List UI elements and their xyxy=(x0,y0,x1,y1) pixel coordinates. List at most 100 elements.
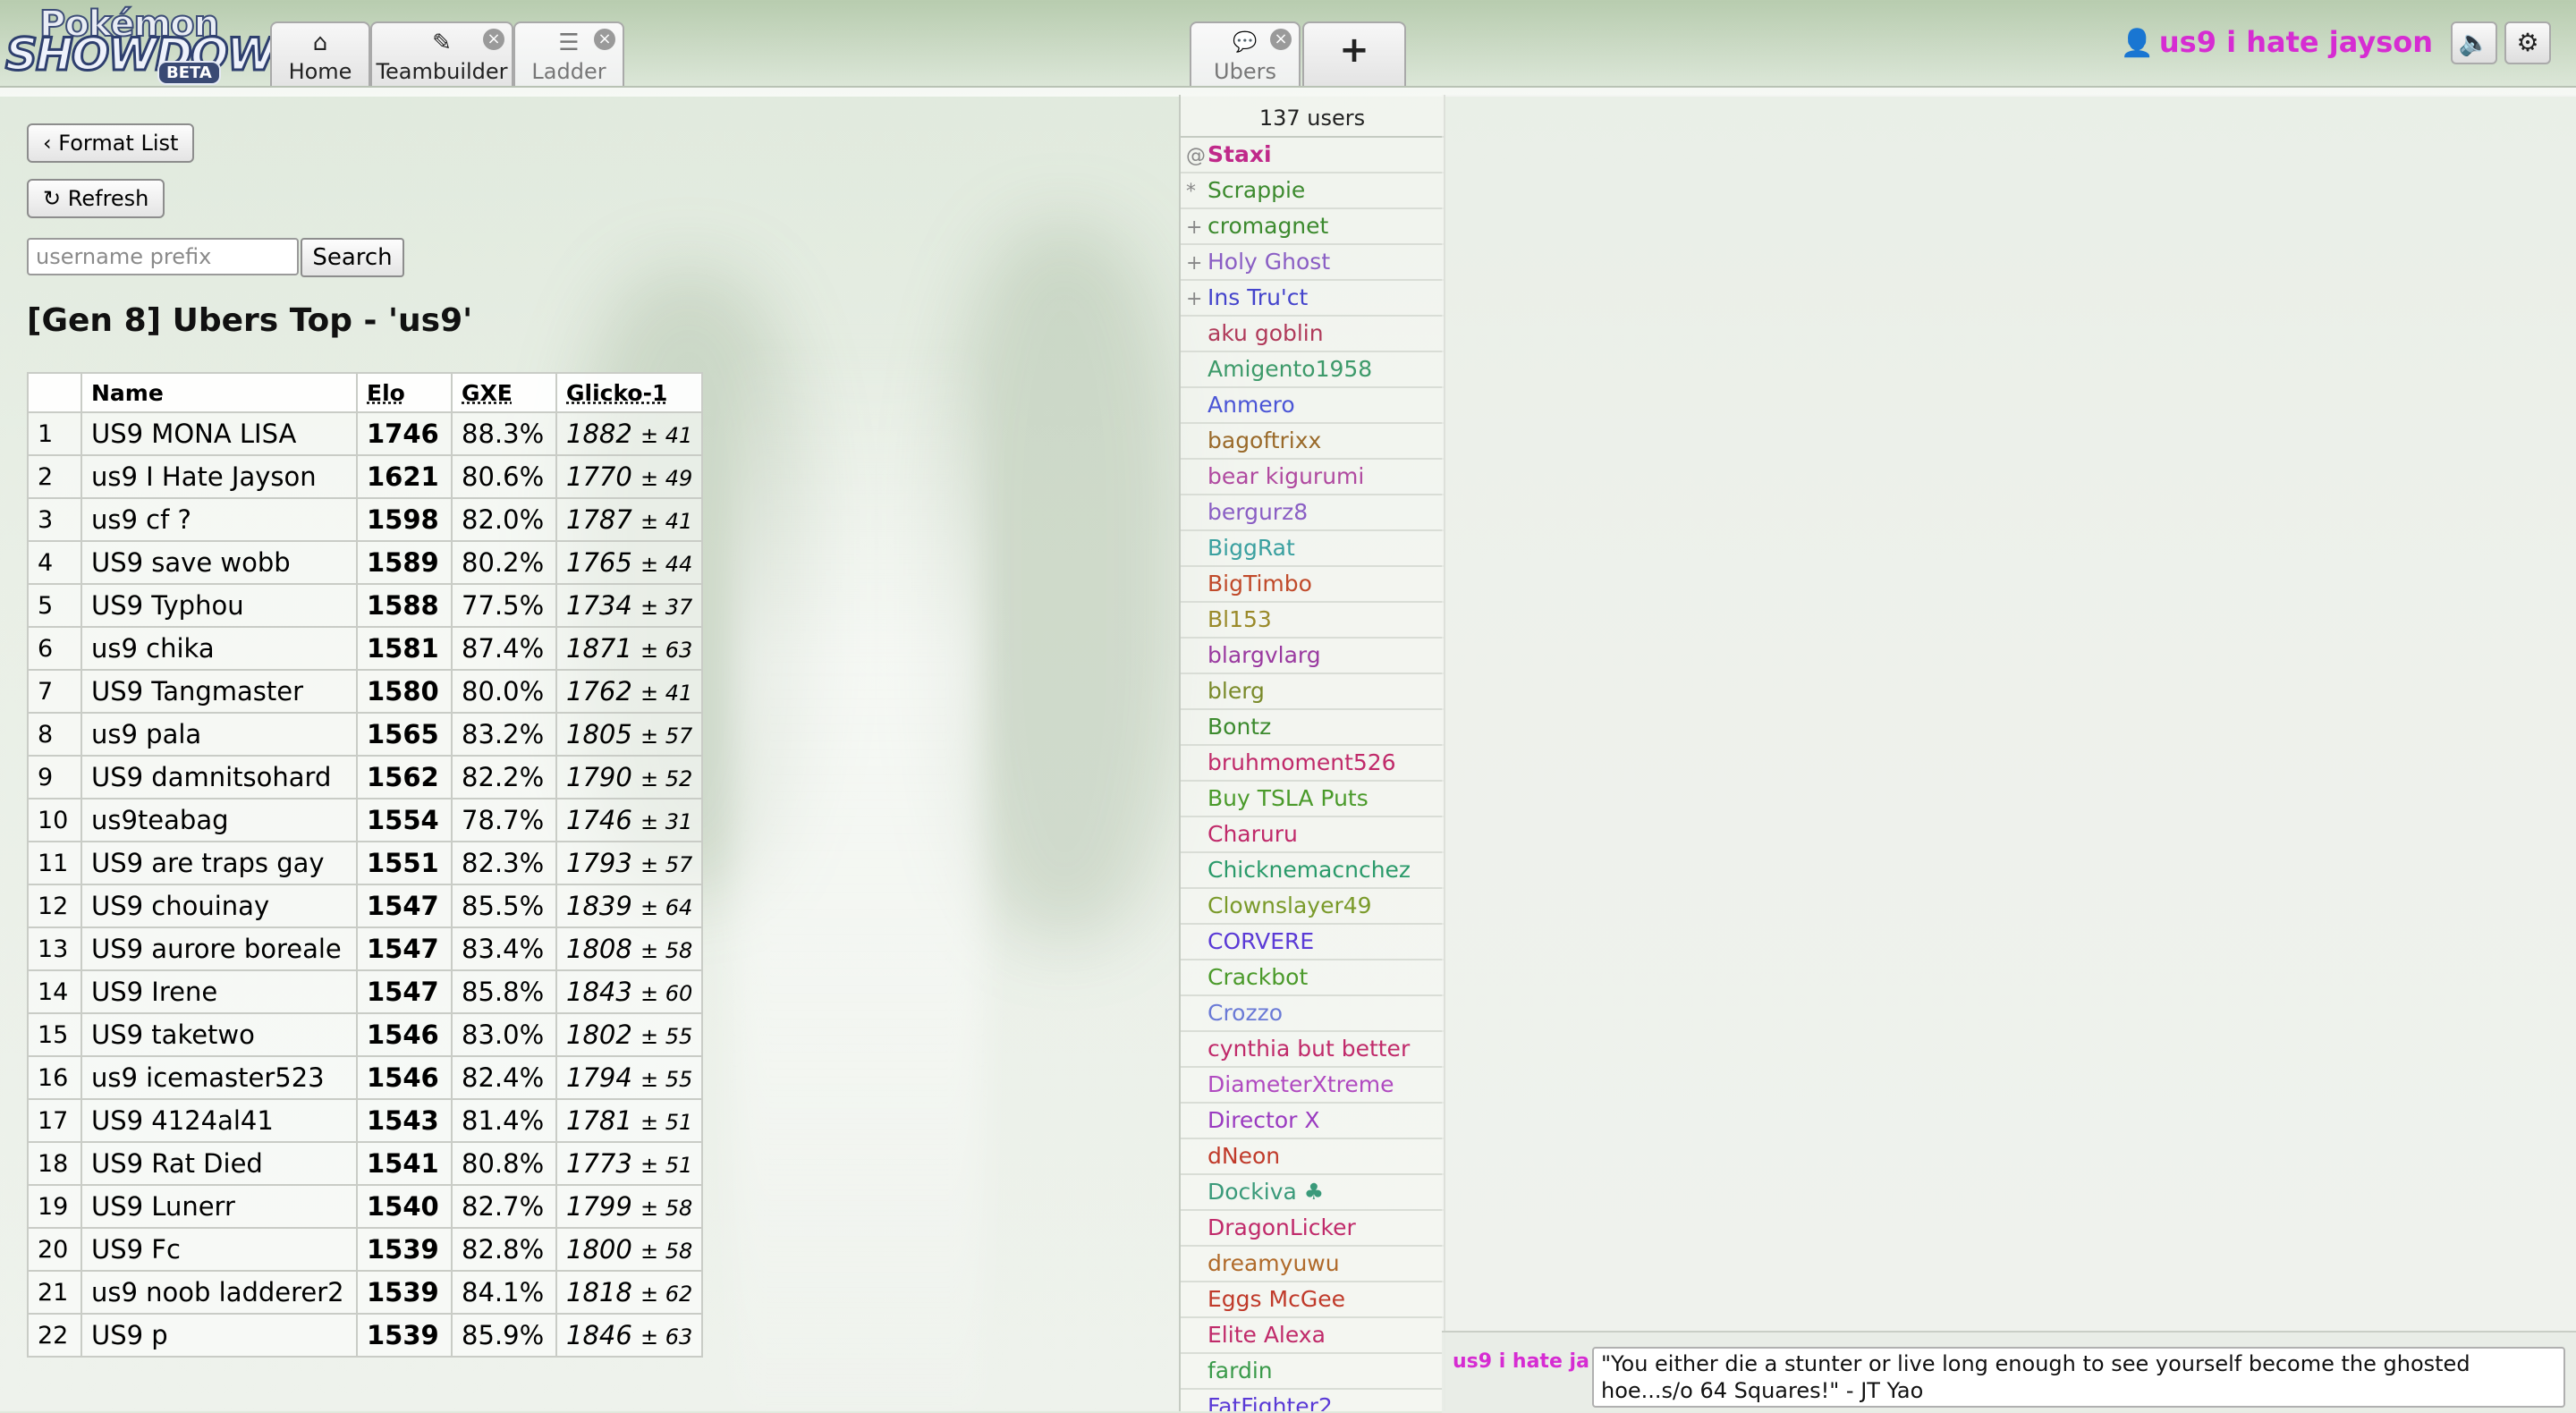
user-list-item[interactable]: Elite Alexa xyxy=(1181,1318,1444,1354)
user-list-item[interactable]: Crozzo xyxy=(1181,996,1444,1032)
table-row: 12 US9 chouinay 1547 85.5% 1839 ± 64 xyxy=(27,884,704,928)
player-name-link[interactable]: us9 icemaster523 xyxy=(80,1055,358,1100)
user-list-item[interactable]: DragonLicker xyxy=(1181,1211,1444,1247)
player-name-link[interactable]: us9 pala xyxy=(80,712,358,757)
user-list-item[interactable]: Anmero xyxy=(1181,388,1444,424)
user-list-item[interactable]: FatFighter2 xyxy=(1181,1390,1444,1411)
current-user-name[interactable]: 👤 us9 i hate jayson xyxy=(2121,25,2433,59)
player-name-link[interactable]: US9 damnitsohard xyxy=(80,755,358,800)
glicko-rating: 1773 xyxy=(566,1148,632,1179)
table-row: 10 us9teabag 1554 78.7% 1746 ± 31 xyxy=(27,798,704,842)
player-name-link[interactable]: US9 Irene xyxy=(80,969,358,1014)
user-list-item[interactable]: + Holy Ghost xyxy=(1181,245,1444,281)
tab-teambuilder-label: Teambuilder xyxy=(376,59,508,84)
glicko-cell: 1787 ± 41 xyxy=(555,497,704,542)
user-list-item[interactable]: Chicknemacnchez xyxy=(1181,853,1444,889)
user-list-item[interactable]: BigTimbo xyxy=(1181,567,1444,603)
user-list-item[interactable]: Dockiva ♣ xyxy=(1181,1175,1444,1211)
player-name-link[interactable]: US9 Typhou xyxy=(80,583,358,628)
close-icon[interactable]: × xyxy=(594,29,615,50)
new-tab-button[interactable]: + xyxy=(1302,21,1406,88)
player-name-link[interactable]: us9 cf ? xyxy=(80,497,358,542)
user-list-item[interactable]: Bontz xyxy=(1181,710,1444,746)
user-list-item[interactable]: dreamyuwu xyxy=(1181,1247,1444,1282)
user-list-item[interactable]: @Staxi xyxy=(1181,138,1444,173)
user-list-item[interactable]: * Scrappie xyxy=(1181,173,1444,209)
user-name: FatFighter2 xyxy=(1208,1393,1333,1411)
user-list-item[interactable]: CORVERE xyxy=(1181,925,1444,960)
user-list-item[interactable]: bruhmoment526 xyxy=(1181,746,1444,782)
user-name: Crackbot xyxy=(1208,964,1309,990)
elo-cell: 1562 xyxy=(356,755,453,800)
elo-cell: 1565 xyxy=(356,712,453,757)
user-list-item[interactable]: blerg xyxy=(1181,674,1444,710)
gxe-cell: 84.1% xyxy=(451,1270,557,1315)
glicko-rating: 1818 xyxy=(566,1277,632,1307)
player-name-link[interactable]: US9 Rat Died xyxy=(80,1141,358,1186)
tab-home[interactable]: ⌂ Home xyxy=(270,21,370,88)
player-name-link[interactable]: us9teabag xyxy=(80,798,358,842)
user-list-item[interactable]: cynthia but better xyxy=(1181,1032,1444,1068)
top-header: Pokémon SHOWDOWN BETA ⌂ Home ✎ Teambuild… xyxy=(0,0,2576,88)
user-list-item[interactable]: bergurz8 xyxy=(1181,495,1444,531)
user-list-item[interactable]: dNeon xyxy=(1181,1139,1444,1175)
chat-message-input[interactable]: "You either die a stunter or live long e… xyxy=(1592,1347,2565,1408)
user-list-item[interactable]: + cromagnet xyxy=(1181,209,1444,245)
player-name-link[interactable]: us9 noob ladderer2 xyxy=(80,1270,358,1315)
format-list-button[interactable]: ‹ Format List xyxy=(27,123,195,163)
user-list-item[interactable]: Buy TSLA Puts xyxy=(1181,782,1444,817)
glicko-cell: 1846 ± 63 xyxy=(555,1313,704,1358)
sound-button[interactable]: 🔈 xyxy=(2451,21,2497,64)
user-list-item[interactable]: Amigento1958 xyxy=(1181,352,1444,388)
user-name: fardin xyxy=(1208,1358,1273,1383)
column-header-rank xyxy=(27,372,82,413)
username-label: us9 i hate jayson xyxy=(2158,25,2433,59)
user-list-item[interactable]: aku goblin xyxy=(1181,317,1444,352)
user-list-item[interactable]: Clownslayer49 xyxy=(1181,889,1444,925)
user-list-item[interactable]: Charuru xyxy=(1181,817,1444,853)
glicko-cell: 1839 ± 64 xyxy=(555,884,704,928)
table-row: 18 US9 Rat Died 1541 80.8% 1773 ± 51 xyxy=(27,1141,704,1186)
user-list-item[interactable]: blargvlarg xyxy=(1181,639,1444,674)
showdown-logo[interactable]: Pokémon SHOWDOWN BETA xyxy=(4,3,313,85)
player-name-link[interactable]: us9 chika xyxy=(80,626,358,671)
user-list-item[interactable]: bagoftrixx xyxy=(1181,424,1444,460)
player-name-link[interactable]: US9 chouinay xyxy=(80,884,358,928)
settings-button[interactable]: ⚙ xyxy=(2504,21,2551,64)
user-list-item[interactable]: + Ins Tru'ct xyxy=(1181,281,1444,317)
glicko-cell: 1802 ± 55 xyxy=(555,1012,704,1057)
user-list-item[interactable]: Crackbot xyxy=(1181,960,1444,996)
search-button[interactable]: Search xyxy=(301,238,404,277)
page-title: [Gen 8] Ubers Top - 'us9' xyxy=(27,302,473,339)
glicko-rating: 1839 xyxy=(566,891,632,921)
user-name: Bl153 xyxy=(1208,606,1272,632)
elo-cell: 1547 xyxy=(356,969,453,1014)
player-name-link[interactable]: us9 I Hate Jayson xyxy=(80,454,358,499)
player-name-link[interactable]: US9 4124al41 xyxy=(80,1098,358,1143)
tab-teambuilder[interactable]: ✎ Teambuilder × xyxy=(370,21,513,88)
user-list-item[interactable]: bear kigurumi xyxy=(1181,460,1444,495)
user-list-item[interactable]: Director X xyxy=(1181,1104,1444,1139)
close-icon[interactable]: × xyxy=(1270,29,1292,50)
player-name-link[interactable]: US9 save wobb xyxy=(80,540,358,585)
user-list-item[interactable]: Eggs McGee xyxy=(1181,1282,1444,1318)
username-prefix-input[interactable] xyxy=(27,238,299,275)
user-list-item[interactable]: Bl153 xyxy=(1181,603,1444,639)
user-list-item[interactable]: BiggRat xyxy=(1181,531,1444,567)
user-name: Eggs McGee xyxy=(1208,1286,1345,1312)
player-name-link[interactable]: US9 are traps gay xyxy=(80,841,358,885)
tab-room-ubers[interactable]: 💬 Ubers × xyxy=(1190,21,1301,88)
player-name-link[interactable]: US9 Fc xyxy=(80,1227,358,1272)
refresh-button[interactable]: ↻ Refresh xyxy=(27,179,165,218)
table-header-row: Name Elo GXE Glicko-1 xyxy=(27,372,704,413)
player-name-link[interactable]: US9 Tangmaster xyxy=(80,669,358,714)
close-icon[interactable]: × xyxy=(483,29,504,50)
user-list-item[interactable]: fardin xyxy=(1181,1354,1444,1390)
player-name-link[interactable]: US9 aurore boreale xyxy=(80,926,358,971)
player-name-link[interactable]: US9 MONA LISA xyxy=(80,411,358,456)
tab-ladder[interactable]: ☰ Ladder × xyxy=(513,21,624,88)
player-name-link[interactable]: US9 taketwo xyxy=(80,1012,358,1057)
player-name-link[interactable]: US9 Lunerr xyxy=(80,1184,358,1229)
player-name-link[interactable]: US9 p xyxy=(80,1313,358,1358)
user-list-item[interactable]: DiameterXtreme xyxy=(1181,1068,1444,1104)
